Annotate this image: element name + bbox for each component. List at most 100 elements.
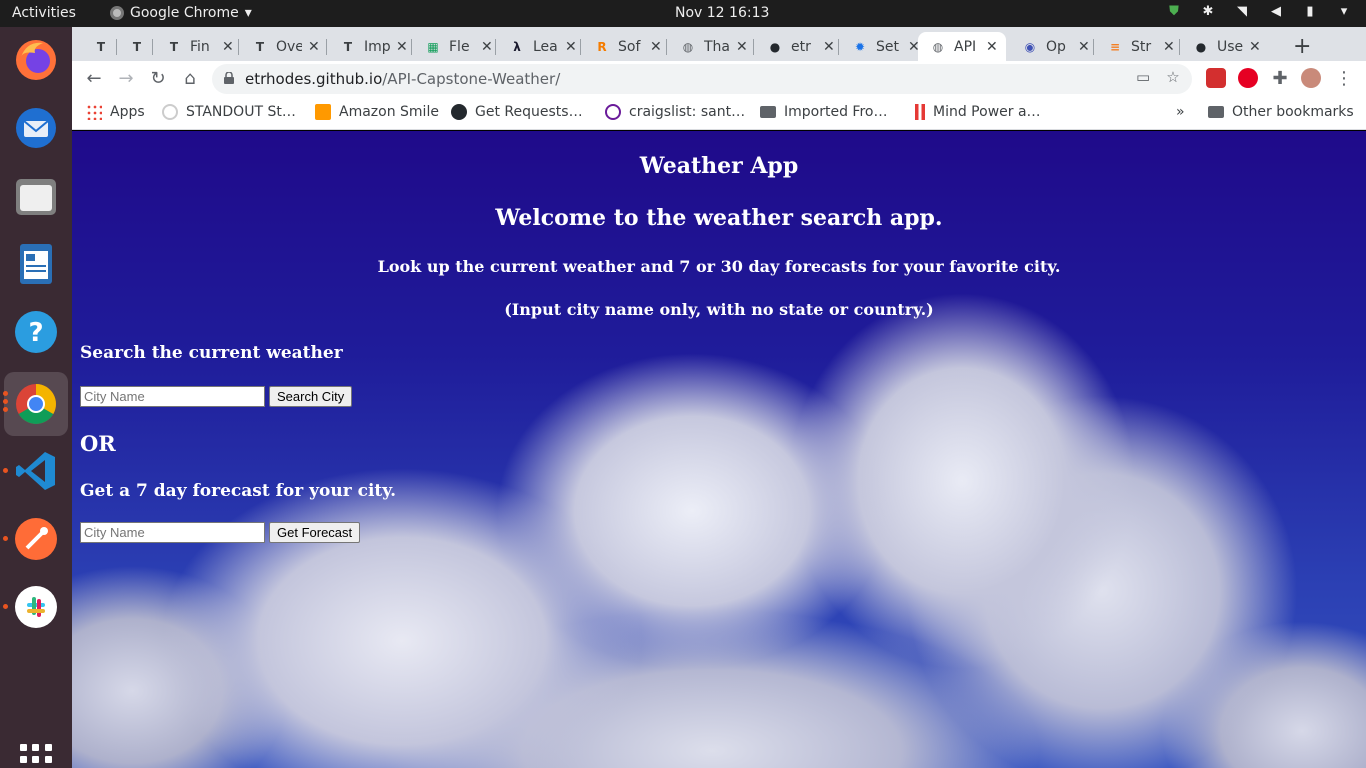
close-tab-icon[interactable]: ✕ (1249, 39, 1261, 55)
chrome-icon (110, 6, 124, 20)
new-tab-button[interactable]: + (1293, 34, 1311, 59)
files-icon[interactable] (12, 172, 60, 220)
close-tab-icon[interactable]: ✕ (986, 39, 998, 55)
dock: ? (0, 27, 72, 768)
tab-separator (411, 39, 412, 55)
app-menu[interactable]: Google Chrome ▾ (110, 5, 252, 21)
forward-icon[interactable]: → (115, 68, 137, 90)
firefox-icon[interactable] (12, 36, 60, 84)
volume-icon[interactable]: ◀ (1268, 4, 1284, 20)
browser-tab[interactable]: ● Use ✕ (1181, 32, 1263, 61)
github-icon: ● (1195, 39, 1207, 54)
extension-icon[interactable] (1206, 68, 1226, 88)
bookmark-apps[interactable]: Apps (86, 104, 145, 120)
tab-title: Use (1217, 38, 1243, 55)
pinterest-icon[interactable] (1238, 68, 1258, 88)
system-tray[interactable]: ⛊ ✱ ◥ ◀ ▮ ▾ (1166, 4, 1352, 20)
apps-icon (86, 104, 102, 120)
lock-icon[interactable] (224, 72, 234, 84)
browser-tab[interactable]: T Imp ✕ (328, 32, 410, 61)
browser-tab[interactable]: ◉ Op ✕ (1010, 32, 1092, 61)
browser-toolbar: ← → ↻ ⌂ etrhodes.github.io/API-Capstone-… (72, 61, 1366, 97)
close-tab-icon[interactable]: ✕ (565, 39, 577, 55)
tab-separator (1179, 39, 1180, 55)
back-icon[interactable]: ← (83, 68, 105, 90)
browser-tab[interactable]: λ Lea ✕ (497, 32, 579, 61)
tab-separator (580, 39, 581, 55)
browser-tab[interactable]: T (82, 32, 116, 61)
extensions-puzzle-icon[interactable]: ✚ (1269, 68, 1291, 90)
avatar[interactable] (1301, 68, 1321, 88)
folder-icon (760, 106, 776, 118)
slack-icon[interactable] (12, 583, 60, 631)
help-icon[interactable]: ? (12, 308, 60, 356)
cast-icon[interactable]: ▭ (1136, 68, 1150, 86)
shield-icon[interactable]: ⛊ (1166, 4, 1182, 20)
tab-separator (838, 39, 839, 55)
bookmark-get-requests[interactable]: Get Requests… (451, 104, 583, 120)
lambda-icon: λ (513, 39, 521, 54)
close-tab-icon[interactable]: ✕ (308, 39, 320, 55)
octo-icon: ◉ (1024, 39, 1036, 54)
running-indicator (3, 407, 8, 412)
bookmark-standout[interactable]: STANDOUT St… (162, 104, 296, 120)
browser-tab[interactable]: T Ove ✕ (240, 32, 322, 61)
home-icon[interactable]: ⌂ (179, 68, 201, 90)
forecast-heading: Get a 7 day forecast for your city. (80, 481, 397, 501)
tab-separator (753, 39, 754, 55)
menu-kebab-icon[interactable]: ⋮ (1333, 68, 1355, 90)
bookmark-label: craigslist: sant… (629, 104, 746, 120)
close-tab-icon[interactable]: ✕ (1078, 39, 1090, 55)
browser-tab[interactable]: R Sof ✕ (582, 32, 664, 61)
browser-tab[interactable]: T (118, 32, 152, 61)
browser-tab[interactable]: T Fin ✕ (154, 32, 236, 61)
browser-tab[interactable]: ◍ Tha ✕ (668, 32, 750, 61)
close-tab-icon[interactable]: ✕ (736, 39, 748, 55)
activities-button[interactable]: Activities (12, 5, 76, 21)
browser-tab[interactable]: ≡ Str ✕ (1095, 32, 1177, 61)
bookmarks-overflow-button[interactable]: » (1176, 104, 1185, 120)
browser-tab[interactable]: ✹ Set ✕ (840, 32, 922, 61)
running-indicator (3, 536, 8, 541)
close-tab-icon[interactable]: ✕ (1163, 39, 1175, 55)
forecast-city-input[interactable] (80, 522, 265, 543)
postman-icon[interactable] (12, 515, 60, 563)
intro-text: Look up the current weather and 7 or 30 … (377, 257, 1061, 276)
battery-icon[interactable]: ▮ (1302, 4, 1318, 20)
close-tab-icon[interactable]: ✕ (823, 39, 835, 55)
bookmark-amazon-smile[interactable]: Amazon Smile (315, 104, 439, 120)
close-tab-icon[interactable]: ✕ (222, 39, 234, 55)
clock[interactable]: Nov 12 16:13 (675, 5, 769, 21)
search-city-button[interactable]: Search City (269, 386, 353, 407)
browser-tab[interactable]: ▦ Fle ✕ (413, 32, 495, 61)
bookmark-star-icon[interactable]: ☆ (1166, 68, 1179, 86)
power-menu-icon[interactable]: ▾ (1336, 4, 1352, 20)
writer-icon[interactable] (12, 240, 60, 288)
browser-tab[interactable]: ● etr ✕ (755, 32, 837, 61)
close-tab-icon[interactable]: ✕ (650, 39, 662, 55)
typora-icon: T (169, 39, 179, 54)
thunderbird-icon[interactable] (12, 104, 60, 152)
close-tab-icon[interactable]: ✕ (481, 39, 493, 55)
bookmark-mind-power[interactable]: Mind Power a… (915, 104, 1041, 120)
slack-tray-icon[interactable]: ✱ (1200, 4, 1216, 20)
chrome-icon[interactable] (4, 372, 68, 436)
close-tab-icon[interactable]: ✕ (396, 39, 408, 55)
other-bookmarks[interactable]: Other bookmarks (1208, 104, 1354, 120)
tab-separator (116, 39, 117, 55)
get-forecast-button[interactable]: Get Forecast (269, 522, 361, 543)
bookmark-label: Apps (110, 104, 145, 120)
apps-grid-icon[interactable] (20, 744, 52, 768)
tab-title: Fin (190, 38, 210, 55)
current-city-input[interactable] (80, 386, 265, 407)
reload-icon[interactable]: ↻ (147, 68, 169, 90)
browser-tab[interactable]: ◍ API ✕ (918, 32, 1006, 61)
bookmark-craigslist[interactable]: craigslist: sant… (605, 104, 745, 120)
wifi-icon[interactable]: ◥ (1234, 4, 1250, 20)
running-indicator (3, 604, 8, 609)
vscode-icon[interactable] (12, 447, 60, 495)
system-top-bar: Activities Google Chrome ▾ Nov 12 16:13 … (0, 0, 1366, 27)
url-path: /API-Capstone-Weather/ (382, 70, 561, 88)
bookmark-imported[interactable]: Imported Fro… (760, 104, 887, 120)
address-bar[interactable]: etrhodes.github.io/API-Capstone-Weather/ (212, 64, 1192, 94)
